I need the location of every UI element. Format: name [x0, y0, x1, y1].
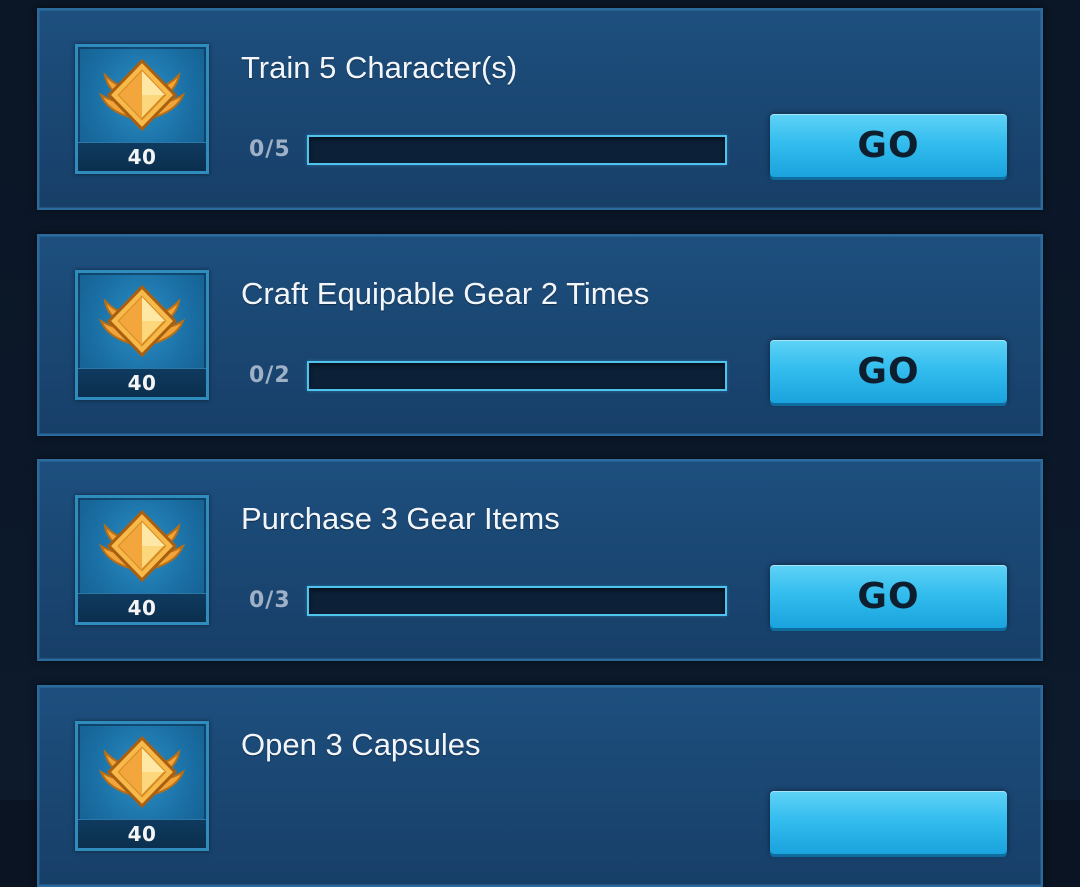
task-title: Craft Equipable Gear 2 Times: [241, 276, 650, 311]
gold-wings-emblem-icon: [98, 58, 186, 132]
progress-count: 0/5: [249, 137, 291, 162]
reward-badge: 40: [75, 270, 209, 400]
gold-wings-emblem-icon: [98, 509, 186, 583]
reward-amount: 40: [78, 593, 206, 622]
task-card: 40 Open 3 Capsules: [37, 685, 1043, 887]
progress-count: 0/3: [249, 588, 291, 613]
reward-amount: 40: [78, 142, 206, 171]
task-title: Train 5 Character(s): [241, 50, 518, 85]
go-button[interactable]: GO: [770, 340, 1007, 403]
task-title: Purchase 3 Gear Items: [241, 501, 560, 536]
go-button[interactable]: GO: [770, 114, 1007, 177]
progress-bar: [307, 361, 727, 391]
reward-amount: 40: [78, 368, 206, 397]
go-button[interactable]: GO: [770, 565, 1007, 628]
gold-wings-emblem-icon: [98, 284, 186, 358]
progress-count: 0/2: [249, 363, 291, 388]
reward-badge: 40: [75, 495, 209, 625]
task-card: 40 Train 5 Character(s) 0/5 GO: [37, 8, 1043, 210]
task-title: Open 3 Capsules: [241, 727, 481, 762]
reward-badge: 40: [75, 721, 209, 851]
task-list-screen: 40 Train 5 Character(s) 0/5 GO 40 Craft …: [0, 0, 1080, 887]
reward-badge: 40: [75, 44, 209, 174]
reward-amount: 40: [78, 819, 206, 848]
task-card: 40 Purchase 3 Gear Items 0/3 GO: [37, 459, 1043, 661]
progress-bar: [307, 586, 727, 616]
go-button[interactable]: [770, 791, 1007, 854]
gold-wings-emblem-icon: [98, 735, 186, 809]
progress-bar: [307, 135, 727, 165]
task-card: 40 Craft Equipable Gear 2 Times 0/2 GO: [37, 234, 1043, 436]
